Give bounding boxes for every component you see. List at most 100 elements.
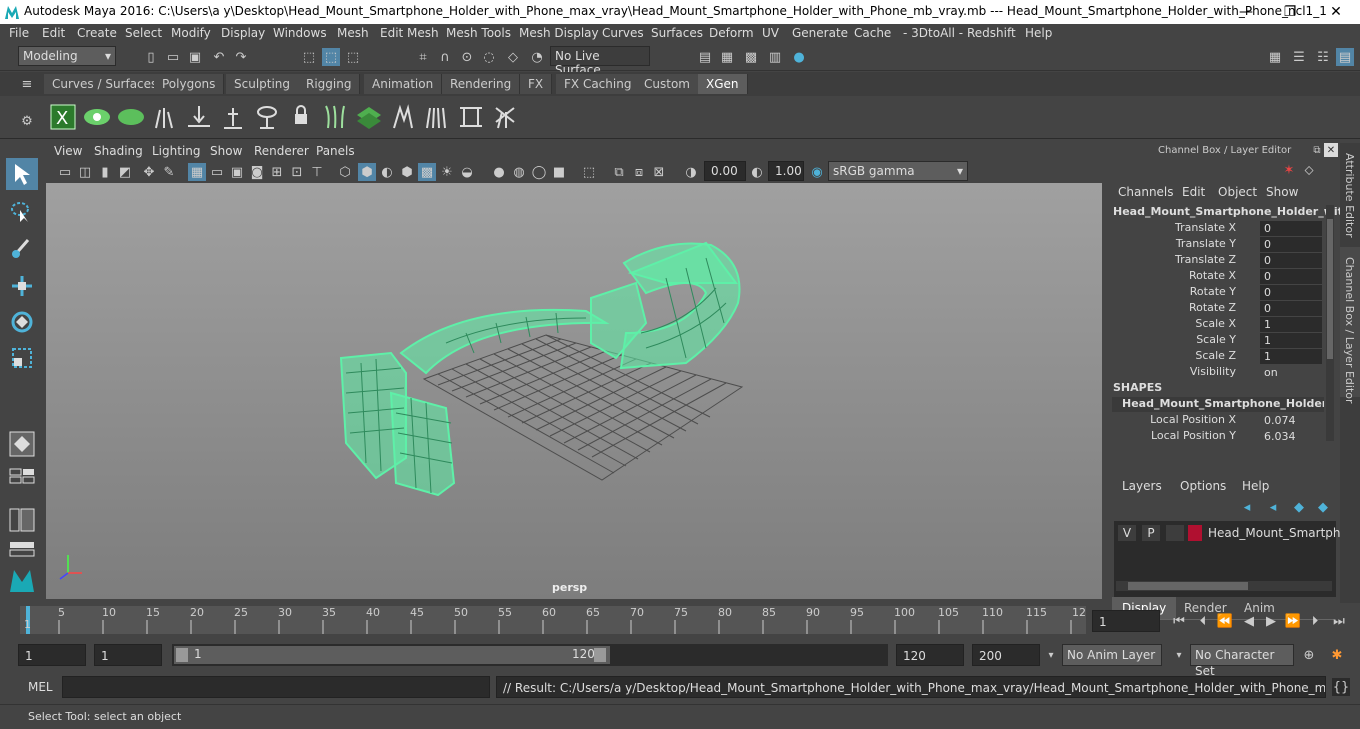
snap-point-icon[interactable]: ⊙ [458,48,476,66]
2d-pan-zoom-icon[interactable]: ✥ [140,163,158,181]
close-panel-icon[interactable]: ✕ [1324,143,1338,157]
new-layer-icon[interactable]: ◆ [1290,498,1308,516]
menu-file[interactable]: File [9,26,29,40]
motion-blur-icon[interactable]: ◍ [510,163,528,181]
channel-rotate-y[interactable]: Rotate Y 0 [1104,285,1326,301]
shelf-tab-polygons[interactable]: Polygons [154,74,225,94]
xgen-sculpt-guide-icon[interactable] [218,102,248,132]
shelf-tab-rigging[interactable]: Rigging [298,74,361,94]
four-view-layout-icon[interactable] [6,466,38,486]
modeling-toolkit-icon[interactable]: ▦ [1266,48,1284,66]
shelf-tab-fx[interactable]: FX [520,74,553,94]
snap-surface-icon[interactable]: ◇ [504,48,522,66]
shelf-tab-xgen[interactable]: XGen [698,74,748,94]
step-forward-key-icon[interactable]: ⏩ [1284,612,1302,630]
move-layer-up-icon[interactable]: ◂ [1238,498,1256,516]
scrollbar-thumb[interactable] [1128,582,1248,590]
xgen-guides-to-curves-icon[interactable] [320,102,350,132]
attribute-editor-tab[interactable]: Attribute Editor [1343,153,1356,238]
attr-value[interactable]: 0 [1260,269,1322,284]
save-scene-icon[interactable]: ▣ [186,48,204,66]
shelf-settings-gear-icon[interactable]: ⚙ [18,112,36,130]
command-language-label[interactable]: MEL [28,680,53,694]
xgen-create-description-icon[interactable] [116,102,146,132]
xgen-cut-icon[interactable] [456,102,486,132]
attr-value[interactable]: on [1260,365,1322,380]
ipr-render-icon[interactable]: ▩ [742,48,760,66]
select-component-icon[interactable]: ⬚ [344,48,362,66]
channel-rotate-x[interactable]: Rotate X 0 [1104,269,1326,285]
menu-help[interactable]: Help [1025,26,1052,40]
menu-generate[interactable]: Generate [792,26,848,40]
chevron-down-icon[interactable]: ▾ [1170,646,1188,664]
character-set-dropdown[interactable]: No Character Set [1190,644,1294,678]
image-plane-icon[interactable]: ◩ [116,163,134,181]
shelf-tab-animation[interactable]: Animation [364,74,443,94]
range-start-handle[interactable] [176,648,188,662]
gate-mask-icon[interactable]: ◙ [248,163,266,181]
menu-display[interactable]: Display [221,26,265,40]
layer-display-type-toggle[interactable] [1166,525,1184,541]
channel-visibility[interactable]: Visibility on [1104,365,1326,381]
menu-mesh[interactable]: Mesh [337,26,369,40]
depth-of-field-icon[interactable]: ■ [550,163,568,181]
rotate-tool-icon[interactable] [6,306,38,338]
shelf-tab-curves-surfaces[interactable]: Curves / Surfaces [44,74,167,94]
menu-create[interactable]: Create [77,26,117,40]
minimize-button[interactable]: — [1224,0,1268,24]
layer-hscrollbar[interactable] [1116,581,1332,591]
layer-visibility-toggle[interactable]: V [1118,525,1136,541]
go-to-end-icon[interactable]: ⏭ [1330,612,1348,630]
make-live-icon[interactable]: ◔ [528,48,546,66]
tool-settings-toggle-icon[interactable]: ☷ [1314,48,1332,66]
xgen-editor-icon[interactable]: X [48,102,78,132]
panel-menu-shading[interactable]: Shading [94,144,143,158]
attribute-editor-toggle-icon[interactable]: ☰ [1290,48,1308,66]
layer-menu-help[interactable]: Help [1242,479,1269,493]
menu-edit[interactable]: Edit [42,26,65,40]
xgen-groom-brush-icon[interactable] [388,102,418,132]
channel-translate-z[interactable]: Translate Z 0 [1104,253,1326,269]
bookmark-icon[interactable]: ▮ [96,163,114,181]
menu-windows[interactable]: Windows [273,26,327,40]
channel-local-position-y[interactable]: Local Position Y 6.034 [1104,429,1326,445]
menu-select[interactable]: Select [125,26,162,40]
xgen-guide-visibility-icon[interactable] [252,102,282,132]
undo-icon[interactable]: ↶ [210,48,228,66]
safe-action-icon[interactable]: ⊡ [288,163,306,181]
render-view-icon[interactable]: ▤ [696,48,714,66]
channel-scale-y[interactable]: Scale Y 1 [1104,333,1326,349]
playback-end-field[interactable]: 120 [896,644,964,666]
command-input[interactable] [62,676,490,698]
layer-name[interactable]: Head_Mount_Smartphor [1208,526,1353,540]
panel-menu-view[interactable]: View [54,144,82,158]
play-forwards-icon[interactable]: ▶ [1262,612,1280,630]
snap-view-icon[interactable]: ◌ [480,48,498,66]
attr-value[interactable]: 0.074 [1260,413,1322,428]
maximize-button[interactable]: ❐ [1268,0,1312,24]
xgen-lock-guides-icon[interactable] [286,102,316,132]
attr-value[interactable]: 0 [1260,285,1322,300]
select-object-icon[interactable]: ⬚ [322,48,340,66]
xgen-comb-icon[interactable] [422,102,452,132]
panel-menu-show[interactable]: Show [210,144,242,158]
render-current-icon[interactable]: ▦ [718,48,736,66]
channel-local-position-x[interactable]: Local Position X 0.074 [1104,413,1326,429]
menu-surfaces[interactable]: Surfaces [651,26,703,40]
anim-layer-dropdown[interactable]: No Anim Layer [1062,644,1162,666]
animation-start-field[interactable]: 1 [18,644,86,666]
menu-mesh-tools[interactable]: Mesh Tools [446,26,511,40]
perspective-viewport[interactable]: persp [46,183,1102,599]
new-scene-icon[interactable]: ▯ [142,48,160,66]
exposure-field[interactable]: 0.00 [704,161,746,181]
attr-value[interactable]: 6.034 [1260,429,1322,444]
render-settings-icon[interactable]: ▥ [766,48,784,66]
camera-attributes-icon[interactable]: ◫ [76,163,94,181]
script-editor-icon[interactable]: {} [1332,678,1350,696]
range-slider-bar[interactable] [174,646,610,664]
shelf-tab-custom[interactable]: Custom [636,74,699,94]
xray-active-icon[interactable]: ⧈ [630,163,648,181]
isolate-select-icon[interactable]: ⬚ [580,163,598,181]
selected-object-name[interactable]: Head_Mount_Smartphone_Holder_wit... [1113,205,1355,218]
channel-translate-y[interactable]: Translate Y 0 [1104,237,1326,253]
